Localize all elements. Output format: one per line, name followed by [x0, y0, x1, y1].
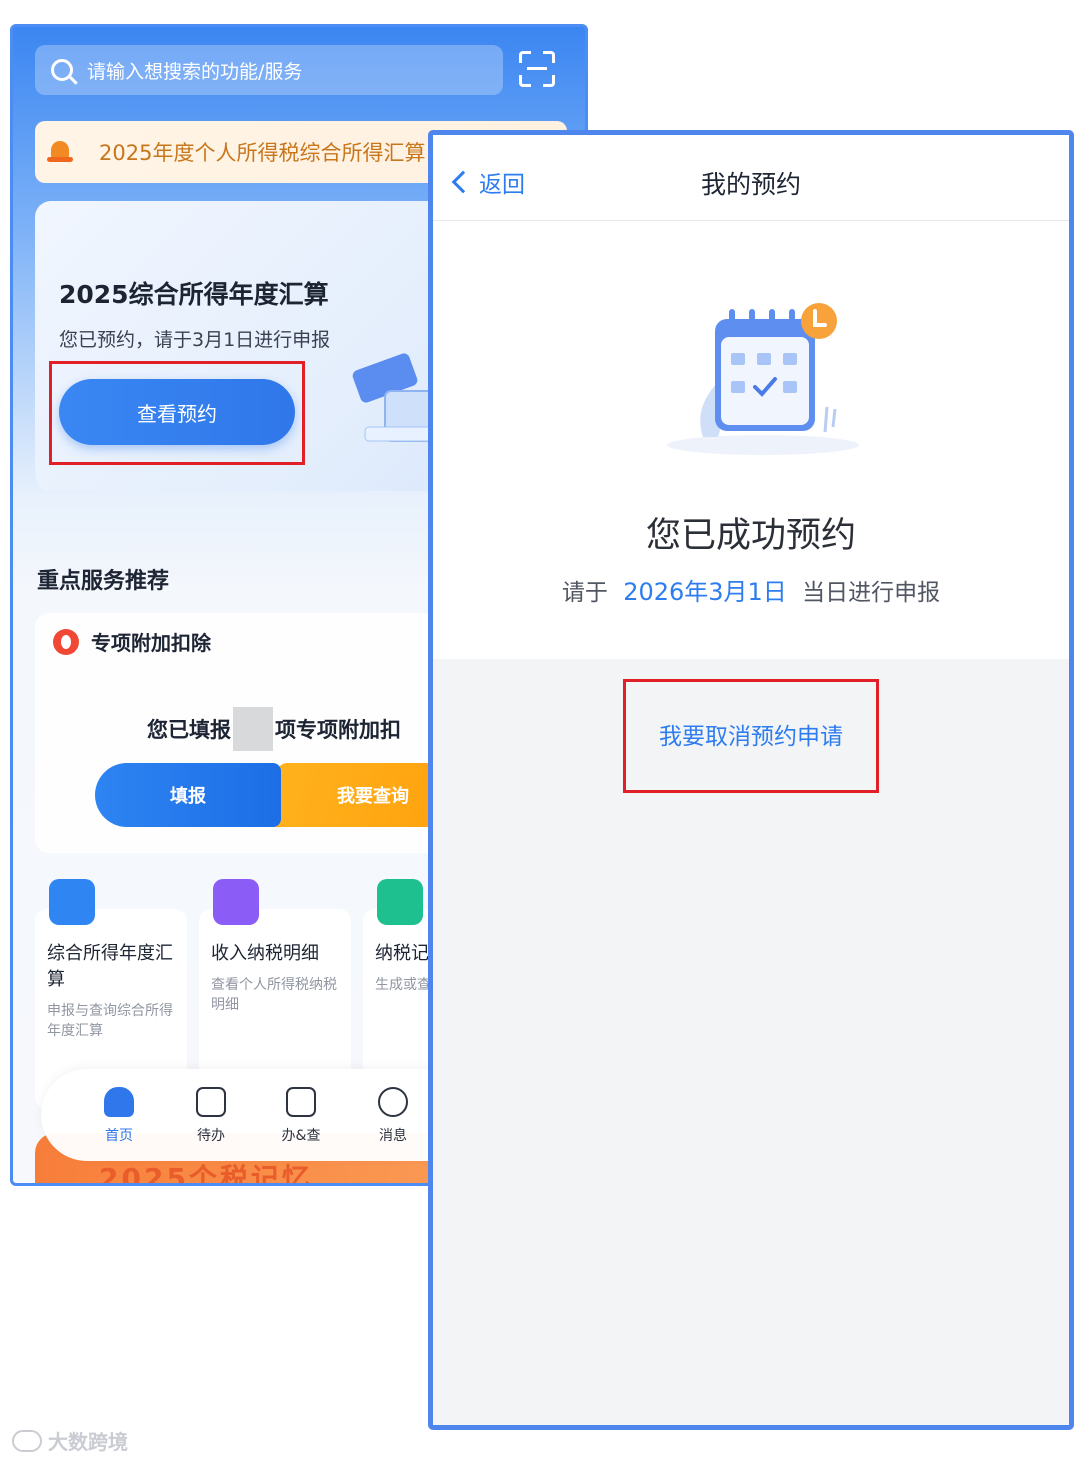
bell-icon — [47, 139, 73, 165]
highlight-box-cancel — [623, 679, 879, 793]
document-icon — [49, 879, 95, 925]
appointment-date: 2026年3月1日 — [623, 578, 787, 606]
form-search-icon — [286, 1087, 316, 1117]
calendar-check-icon — [667, 303, 859, 455]
tab-label: 待办 — [197, 1128, 225, 1144]
tab-handle-query[interactable]: 办&查 — [271, 1087, 331, 1145]
tab-messages[interactable]: 消息 — [363, 1087, 423, 1145]
tab-label: 办&查 — [281, 1128, 321, 1144]
notice-text: 2025年度个人所得税综合所得汇算 — [99, 141, 426, 165]
flame-icon — [53, 629, 79, 655]
message-icon — [378, 1087, 408, 1117]
promo-banner-text: 2025个税记忆 — [99, 1162, 313, 1186]
tab-label: 消息 — [379, 1128, 407, 1144]
redacted-count — [233, 707, 273, 751]
tab-label: 首页 — [105, 1128, 133, 1144]
hero-title: 2025综合所得年度汇算 — [59, 280, 329, 309]
search-placeholder: 请输入想搜索的功能/服务 — [87, 60, 303, 83]
success-title: 您已成功预约 — [645, 516, 856, 556]
success-subtitle: 请于 2026年3月1日 当日进行申报 — [433, 572, 1069, 607]
search-bar[interactable]: 请输入想搜索的功能/服务 — [35, 45, 503, 95]
composite-screenshot: 请输入想搜索的功能/服务 2025年度个人所得税综合所得汇算 2025综合所得年… — [0, 0, 1080, 1462]
home-icon — [104, 1087, 134, 1117]
sub-prefix: 请于 — [561, 580, 608, 606]
fill-button[interactable]: 填报 — [95, 763, 281, 827]
highlight-box-view-appointment — [49, 361, 305, 465]
watermark: 大数跨境 — [12, 1426, 128, 1455]
hero-subtitle: 您已预约，请于3月1日进行申报 — [59, 329, 331, 351]
card-desc: 申报与查询综合所得年度汇算 — [47, 1003, 173, 1039]
card-title: 收入纳税明细 — [211, 943, 319, 964]
deduction-text-before: 您已填报 — [147, 718, 231, 742]
card-title: 综合所得年度汇算 — [47, 943, 173, 990]
query-button-label: 我要查询 — [337, 786, 409, 807]
scan-icon[interactable] — [519, 51, 555, 87]
my-appointment-page: 返回 我的预约 您已成功预约 请于 2026年3月1日 当日进行申报 我要取消预… — [428, 130, 1074, 1430]
tab-home[interactable]: 首页 — [89, 1087, 149, 1145]
calendar-check-icon — [196, 1087, 226, 1117]
deduction-summary: 您已填报 项专项附加扣 — [147, 707, 401, 751]
certificate-icon — [377, 879, 423, 925]
watermark-logo-icon — [12, 1429, 42, 1452]
deduction-title: 专项附加扣除 — [91, 631, 211, 655]
watermark-text: 大数跨境 — [48, 1430, 128, 1454]
wallet-icon — [213, 879, 259, 925]
search-icon — [51, 59, 73, 81]
sub-suffix: 当日进行申报 — [802, 580, 941, 606]
tab-todo[interactable]: 待办 — [181, 1087, 241, 1145]
page-title: 我的预约 — [700, 170, 801, 199]
nav-bar: 返回 我的预约 — [433, 135, 1069, 221]
appointment-result-section: 返回 我的预约 您已成功预约 请于 2026年3月1日 当日进行申报 — [433, 135, 1069, 659]
section-title: 重点服务推荐 — [37, 569, 170, 594]
deduction-text-after: 项专项附加扣 — [275, 718, 401, 742]
card-desc: 查看个人所得税纳税明细 — [211, 977, 337, 1013]
